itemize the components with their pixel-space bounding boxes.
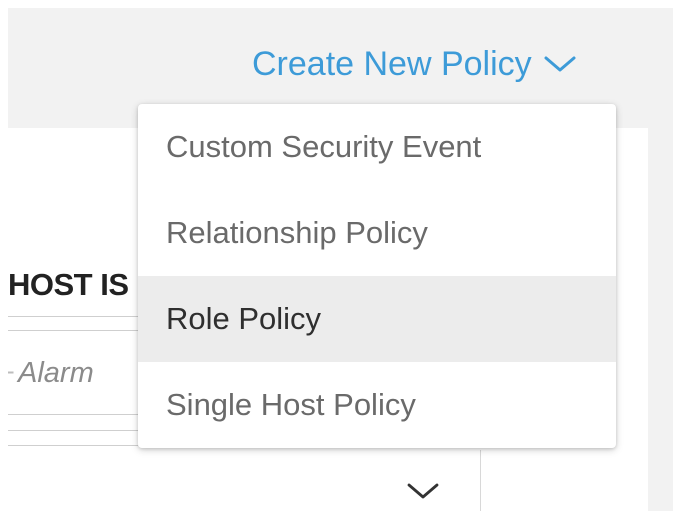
alarm-field[interactable]: +Alarm [8, 348, 138, 398]
menu-item-relationship-policy[interactable]: Relationship Policy [138, 190, 616, 276]
chevron-down-icon[interactable] [405, 480, 441, 502]
menu-item-label: Custom Security Event [166, 129, 482, 164]
divider-line [8, 316, 138, 317]
create-new-policy-label: Create New Policy [252, 45, 532, 83]
alarm-prefix-icon: + [8, 348, 18, 398]
menu-item-role-policy[interactable]: Role Policy [138, 276, 616, 362]
menu-item-label: Single Host Policy [166, 387, 416, 422]
menu-item-custom-security-event[interactable]: Custom Security Event [138, 104, 616, 190]
menu-item-label: Relationship Policy [166, 215, 428, 250]
host-section-heading: HOST IS [8, 267, 129, 302]
create-policy-dropdown: Custom Security Event Relationship Polic… [138, 104, 616, 448]
create-new-policy-button[interactable]: Create New Policy [252, 40, 578, 88]
divider-line [8, 330, 138, 331]
chevron-down-icon[interactable] [542, 52, 578, 76]
divider-line [8, 414, 138, 415]
menu-item-single-host-policy[interactable]: Single Host Policy [138, 362, 616, 448]
divider-line [8, 445, 138, 446]
menu-item-label: Role Policy [166, 301, 322, 336]
divider-line [8, 430, 138, 431]
panel-divider [480, 450, 481, 511]
alarm-label: Alarm [18, 357, 94, 389]
